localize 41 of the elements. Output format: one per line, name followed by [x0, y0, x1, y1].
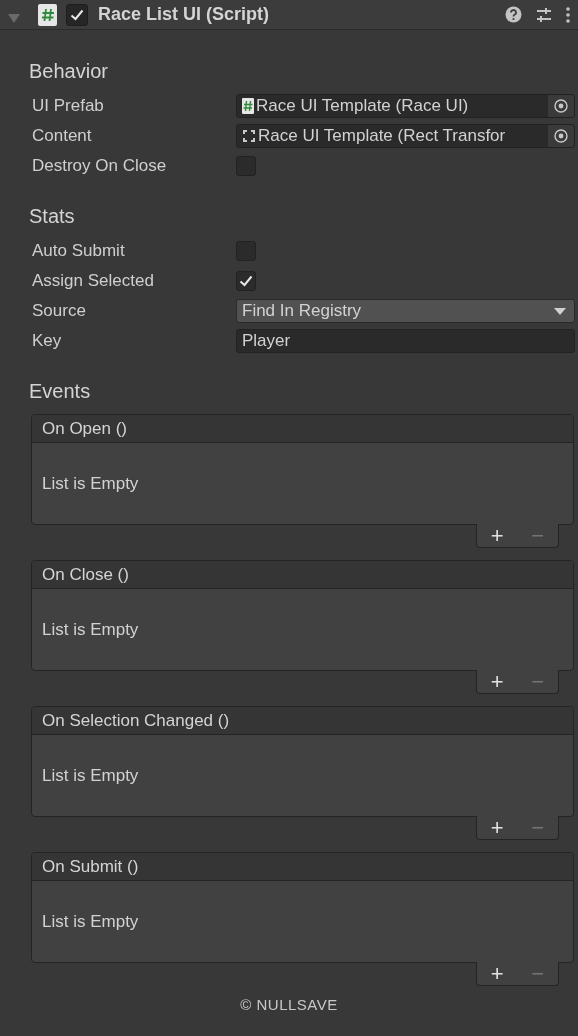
property-label: Assign Selected	[31, 271, 155, 291]
property-label: UI Prefab	[31, 96, 105, 116]
section-heading: Behavior	[29, 59, 108, 84]
help-icon[interactable]	[505, 6, 522, 23]
component-title: Race List UI (Script)	[98, 4, 271, 25]
section-heading: Events	[29, 379, 91, 404]
property-label: Destroy On Close	[31, 156, 168, 176]
empty-list-text: List is Empty	[42, 473, 139, 494]
add-button[interactable]: +	[486, 524, 508, 547]
property-label: Auto Submit	[31, 241, 126, 261]
empty-list-text: List is Empty	[42, 765, 139, 786]
script-icon	[242, 98, 254, 114]
add-button[interactable]: +	[486, 670, 508, 693]
property-label: Key	[31, 331, 63, 351]
caret-icon	[554, 307, 566, 315]
empty-list-text: List is Empty	[42, 619, 139, 640]
event-title: On Open ()	[32, 415, 573, 443]
script-icon	[38, 3, 57, 26]
event-title: On Close ()	[32, 561, 573, 589]
preset-icon[interactable]	[536, 6, 552, 23]
object-field[interactable]: Race UI Template (Race UI)	[236, 94, 575, 118]
property-label: Source	[31, 301, 87, 321]
section-heading: Stats	[29, 204, 75, 229]
target-icon[interactable]	[554, 129, 568, 143]
add-button[interactable]: +	[486, 962, 508, 985]
transform-icon	[242, 129, 256, 143]
property-label: Content	[31, 126, 93, 146]
event-title: On Selection Changed ()	[32, 707, 573, 735]
checkmark-icon	[70, 8, 84, 21]
object-field[interactable]: Race UI Template (Rect Transfor	[236, 124, 575, 148]
more-icon[interactable]	[566, 6, 570, 23]
target-icon[interactable]	[554, 99, 568, 113]
empty-list-text: List is Empty	[42, 911, 139, 932]
add-button[interactable]: +	[486, 816, 508, 839]
copyright-text: © NULLSAVE	[240, 996, 338, 1013]
dropdown[interactable]: Find In Registry	[236, 299, 575, 323]
checkmark-icon	[239, 275, 253, 287]
text-field[interactable]: Player	[236, 329, 575, 353]
enable-checkbox[interactable]	[66, 3, 88, 26]
event-title: On Submit ()	[32, 853, 573, 881]
checkbox[interactable]	[236, 271, 256, 291]
